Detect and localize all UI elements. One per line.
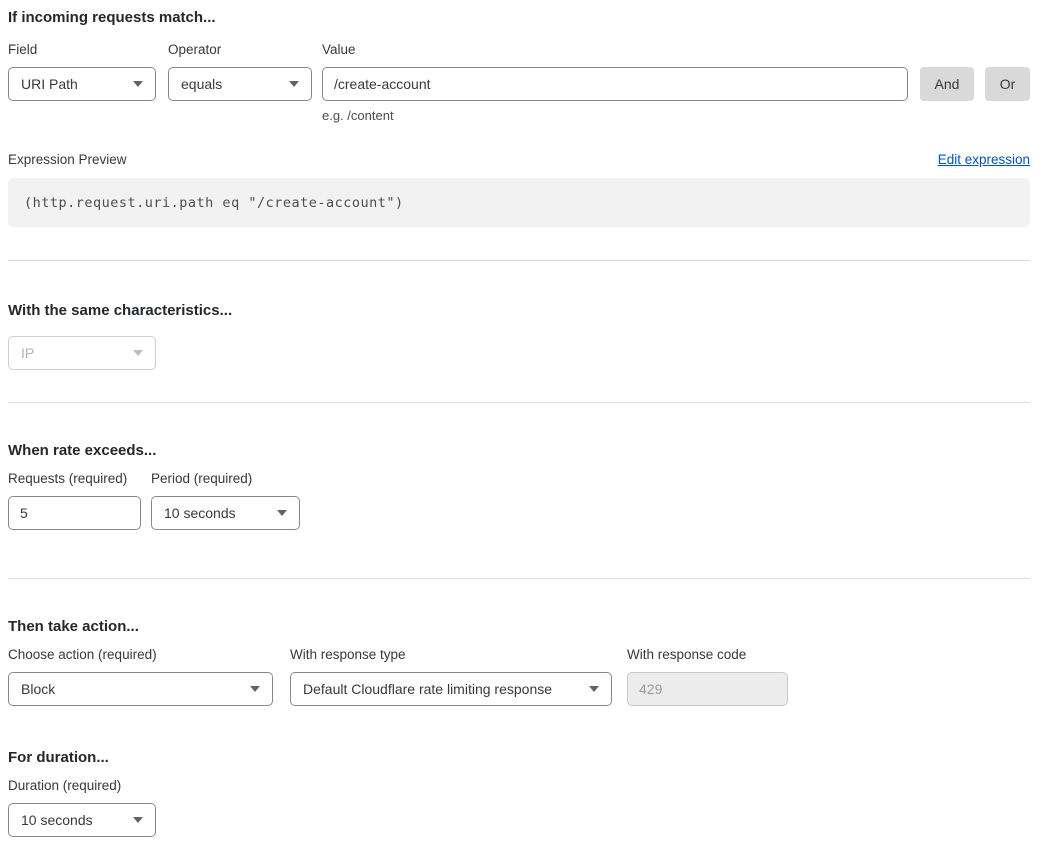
choose-action-select[interactable]: Block bbox=[8, 672, 273, 706]
period-group: Period (required) 10 seconds bbox=[151, 472, 300, 530]
logic-buttons: And Or bbox=[920, 67, 1030, 101]
response-code-input bbox=[627, 672, 788, 706]
value-input[interactable] bbox=[322, 67, 908, 101]
field-select[interactable]: URI Path bbox=[8, 67, 156, 101]
caret-down-icon bbox=[133, 350, 143, 356]
response-type-group: With response type Default Cloudflare ra… bbox=[290, 648, 612, 706]
response-type-select[interactable]: Default Cloudflare rate limiting respons… bbox=[290, 672, 612, 706]
edit-expression-link[interactable]: Edit expression bbox=[938, 152, 1030, 167]
field-label: Field bbox=[8, 43, 156, 57]
expression-preview-label: Expression Preview bbox=[8, 152, 127, 167]
period-label: Period (required) bbox=[151, 472, 300, 486]
field-select-value: URI Path bbox=[21, 76, 78, 92]
caret-down-icon bbox=[133, 817, 143, 823]
value-group: Value e.g. /content bbox=[322, 43, 908, 123]
requests-group: Requests (required) bbox=[8, 472, 141, 530]
response-code-group: With response code bbox=[627, 648, 788, 706]
section-divider bbox=[8, 402, 1030, 403]
duration-section-heading: For duration... bbox=[8, 748, 1030, 768]
match-section-heading: If incoming requests match... bbox=[8, 8, 1030, 28]
characteristics-section-heading: With the same characteristics... bbox=[8, 301, 1030, 321]
response-type-select-value: Default Cloudflare rate limiting respons… bbox=[303, 681, 552, 697]
expression-preview-header: Expression Preview Edit expression bbox=[8, 152, 1030, 167]
duration-label: Duration (required) bbox=[8, 779, 1030, 793]
caret-down-icon bbox=[133, 81, 143, 87]
value-label: Value bbox=[322, 43, 908, 57]
period-select[interactable]: 10 seconds bbox=[151, 496, 300, 530]
section-divider bbox=[8, 260, 1030, 261]
caret-down-icon bbox=[589, 686, 599, 692]
caret-down-icon bbox=[250, 686, 260, 692]
operator-select[interactable]: equals bbox=[168, 67, 312, 101]
requests-label: Requests (required) bbox=[8, 472, 141, 486]
or-button[interactable]: Or bbox=[985, 67, 1030, 101]
characteristics-select-value: IP bbox=[21, 345, 34, 361]
period-select-value: 10 seconds bbox=[164, 505, 236, 521]
choose-action-select-value: Block bbox=[21, 681, 55, 697]
section-divider bbox=[8, 578, 1030, 579]
field-group: Field URI Path bbox=[8, 43, 156, 101]
rate-section-heading: When rate exceeds... bbox=[8, 441, 1030, 461]
choose-action-label: Choose action (required) bbox=[8, 648, 273, 662]
characteristics-select: IP bbox=[8, 336, 156, 370]
operator-label: Operator bbox=[168, 43, 312, 57]
expression-preview-code: (http.request.uri.path eq "/create-accou… bbox=[8, 178, 1030, 227]
caret-down-icon bbox=[277, 510, 287, 516]
choose-action-group: Choose action (required) Block bbox=[8, 648, 273, 706]
and-button[interactable]: And bbox=[920, 67, 974, 101]
action-row: Choose action (required) Block With resp… bbox=[8, 648, 1030, 706]
rate-limit-rule-form: If incoming requests match... Field URI … bbox=[0, 0, 1048, 837]
rate-row: Requests (required) Period (required) 10… bbox=[8, 472, 1030, 530]
response-code-label: With response code bbox=[627, 648, 788, 662]
action-section-heading: Then take action... bbox=[8, 617, 1030, 637]
operator-select-value: equals bbox=[181, 76, 222, 92]
operator-group: Operator equals bbox=[168, 43, 312, 101]
response-type-label: With response type bbox=[290, 648, 612, 662]
match-builder-row: Field URI Path Operator equals Value e.g… bbox=[8, 43, 1030, 123]
value-helper-text: e.g. /content bbox=[322, 108, 908, 123]
duration-select[interactable]: 10 seconds bbox=[8, 803, 156, 837]
requests-input[interactable] bbox=[8, 496, 141, 530]
duration-select-value: 10 seconds bbox=[21, 812, 93, 828]
caret-down-icon bbox=[289, 81, 299, 87]
